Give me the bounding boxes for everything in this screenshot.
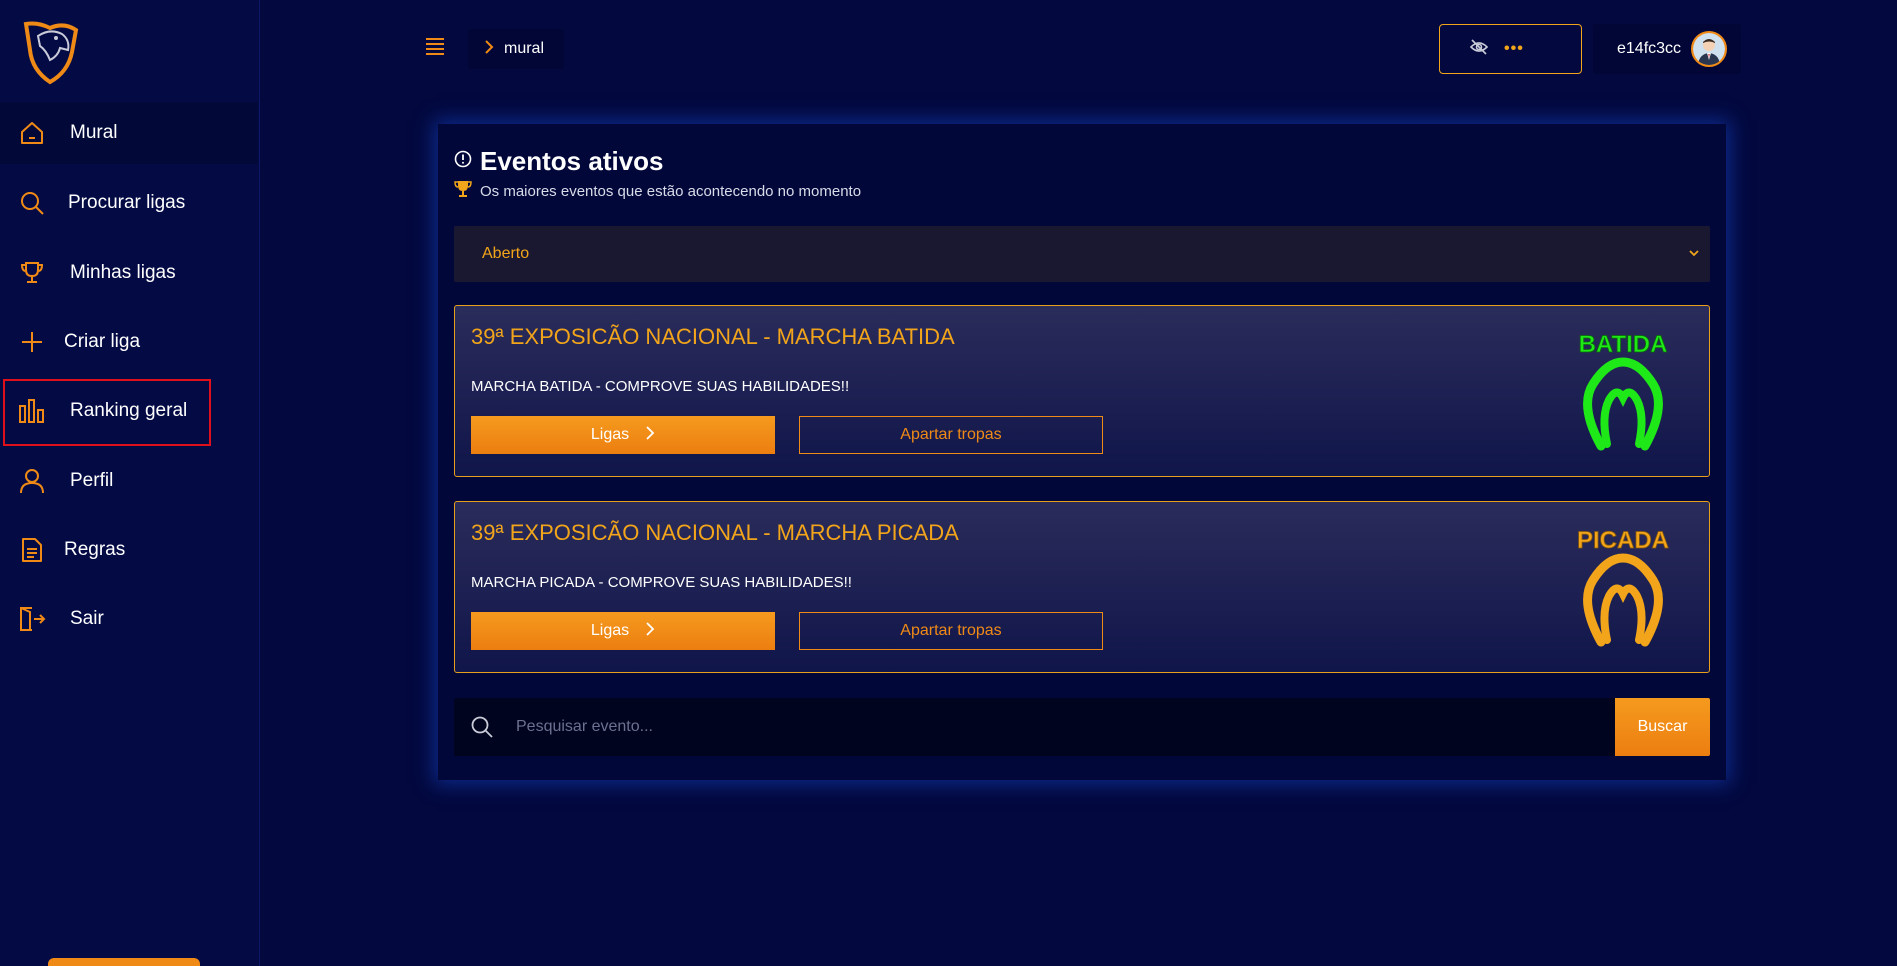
title-row: Eventos ativos — [454, 146, 664, 177]
chevron-right-icon — [484, 39, 494, 59]
menu-icon[interactable] — [420, 36, 448, 60]
ligas-button[interactable]: Ligas — [471, 612, 775, 650]
sidebar-item-label: Regras — [64, 539, 126, 560]
event-card: 39ª EXPOSICÃO NACIONAL - MARCHA PICADA M… — [454, 501, 1710, 673]
sidebar-item-label: Minhas ligas — [70, 262, 176, 283]
trophy-icon — [18, 259, 46, 287]
ligas-button[interactable]: Ligas — [471, 416, 775, 454]
sidebar-item-label: Criar liga — [64, 331, 141, 352]
status-filter-value: Aberto — [482, 245, 530, 262]
sidebar-bottom-button[interactable] — [48, 958, 200, 966]
search-icon — [18, 189, 46, 217]
logo-text: BATIDA — [1579, 331, 1668, 358]
hidden-balance: ••• — [1504, 40, 1524, 57]
sidebar-item-minhas-ligas[interactable]: Minhas ligas — [0, 242, 258, 304]
apartar-tropas-button[interactable]: Apartar tropas — [799, 612, 1103, 650]
events-card: Eventos ativos Os maiores eventos que es… — [438, 124, 1726, 780]
horse-logo-icon[interactable] — [20, 20, 82, 86]
page-subtitle: Os maiores eventos que estão acontecendo… — [480, 182, 862, 200]
sidebar: Mural Procurar ligas Minhas ligas Criar … — [0, 0, 260, 966]
chevron-right-icon — [645, 621, 655, 641]
sidebar-item-label: Mural — [70, 122, 118, 143]
event-title: 39ª EXPOSICÃO NACIONAL - MARCHA PICADA — [471, 520, 959, 545]
status-filter-select[interactable]: Aberto — [454, 226, 1710, 282]
breadcrumb[interactable]: mural — [468, 29, 564, 69]
event-description: MARCHA BATIDA - COMPROVE SUAS HABILIDADE… — [471, 378, 850, 395]
batida-horseshoe-logo: BATIDA — [1571, 326, 1675, 456]
home-icon — [18, 119, 46, 147]
apartar-tropas-button[interactable]: Apartar tropas — [799, 416, 1103, 454]
sidebar-item-label: Procurar ligas — [68, 192, 186, 213]
sidebar-item-criar-liga[interactable]: Criar liga — [0, 311, 258, 373]
avatar[interactable] — [1691, 31, 1728, 67]
alert-circle-icon — [454, 150, 472, 173]
eye-off-icon[interactable] — [1469, 38, 1489, 60]
sidebar-item-procurar-ligas[interactable]: Procurar ligas — [0, 172, 258, 234]
logout-icon — [18, 605, 46, 633]
event-title: 39ª EXPOSICÃO NACIONAL - MARCHA BATIDA — [471, 324, 955, 349]
event-card: 39ª EXPOSICÃO NACIONAL - MARCHA BATIDA M… — [454, 305, 1710, 477]
ranking-geral-highlight — [3, 379, 211, 446]
plus-icon — [18, 328, 46, 356]
balance-toggle[interactable]: ••• — [1439, 24, 1582, 74]
chevron-down-icon — [1688, 246, 1700, 264]
breadcrumb-label: mural — [504, 40, 545, 57]
event-description: MARCHA PICADA - COMPROVE SUAS HABILIDADE… — [471, 574, 852, 591]
ligas-button-label: Ligas — [590, 426, 630, 443]
search-icon — [470, 715, 494, 744]
sidebar-item-label: Perfil — [70, 470, 114, 491]
sidebar-item-perfil[interactable]: Perfil — [0, 450, 258, 512]
subtitle-row: Os maiores eventos que estão acontecendo… — [454, 180, 861, 202]
user-icon — [18, 467, 46, 495]
page-title: Eventos ativos — [480, 146, 664, 176]
search-input[interactable] — [516, 698, 1516, 756]
sidebar-item-mural[interactable]: Mural — [0, 102, 258, 164]
sidebar-item-sair[interactable]: Sair — [0, 588, 258, 650]
event-search-bar: Buscar — [454, 698, 1710, 756]
sidebar-item-label: Sair — [70, 608, 104, 629]
picada-horseshoe-logo: PICADA — [1571, 522, 1675, 652]
logo-text: PICADA — [1577, 527, 1669, 554]
chevron-right-icon — [645, 425, 655, 445]
username: e14fc3cc — [1617, 40, 1682, 57]
trophy-icon — [454, 180, 472, 202]
document-icon — [18, 536, 46, 564]
search-button[interactable]: Buscar — [1615, 698, 1710, 756]
ligas-button-label: Ligas — [590, 622, 630, 639]
sidebar-item-regras[interactable]: Regras — [0, 519, 258, 581]
user-menu[interactable]: e14fc3cc — [1593, 24, 1741, 74]
